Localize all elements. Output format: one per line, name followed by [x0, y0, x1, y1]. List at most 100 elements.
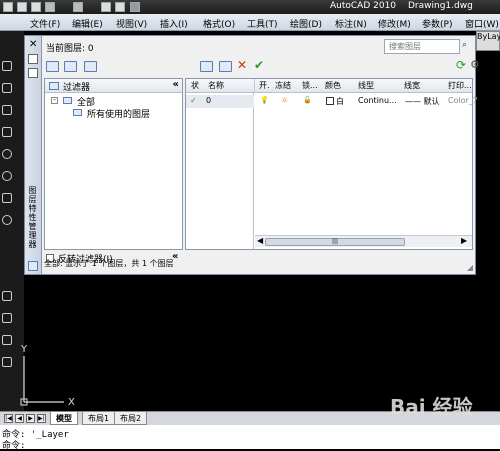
column-lineweight[interactable]: 线宽: [404, 80, 420, 91]
menu-tools[interactable]: 工具(T): [247, 17, 278, 30]
menu-file[interactable]: 文件(F): [30, 17, 60, 30]
scroll-right-icon[interactable]: ▶: [461, 236, 467, 245]
delete-layer-icon[interactable]: ✕: [237, 58, 250, 72]
last-tab-icon[interactable]: ▶|: [37, 414, 46, 423]
properties-icon[interactable]: [28, 68, 38, 78]
menu-modify[interactable]: 修改(M): [378, 17, 411, 30]
refresh-icon[interactable]: ⟳: [456, 58, 469, 72]
undo-icon[interactable]: [45, 2, 55, 12]
set-current-icon[interactable]: ✔: [254, 58, 267, 72]
layer-name[interactable]: 0: [206, 96, 211, 105]
table-row[interactable]: 💡 ☼ 🔓 白 Continu... —— 默认 Color_7: [255, 95, 478, 108]
sun-icon[interactable]: ☼: [281, 96, 288, 105]
rectangle-tool-icon[interactable]: [2, 127, 12, 137]
column-freeze[interactable]: 冻结: [275, 80, 291, 91]
menu-insert[interactable]: 插入(I): [160, 17, 188, 30]
collapse-pane-icon[interactable]: «: [173, 79, 179, 90]
tab-layout1[interactable]: 布局1: [82, 412, 116, 425]
tree-item-all[interactable]: - 全部: [49, 95, 179, 108]
menu-view[interactable]: 视图(V): [116, 17, 147, 30]
palette-title: 图层特性管理器: [28, 186, 37, 249]
polyline-tool-icon[interactable]: [2, 83, 12, 93]
first-tab-icon[interactable]: |◀: [4, 414, 13, 423]
circle-tool-icon[interactable]: [2, 171, 12, 181]
plot-style-value: Color_7: [448, 96, 478, 105]
column-color[interactable]: 颜色: [325, 80, 341, 91]
column-lock[interactable]: 锁...: [302, 80, 318, 91]
layer-properties-palette: ✕ 图层特性管理器 当前图层: 0 ⌕ ✕ ✔ ⟳ ⚙ 过滤器 « - 全: [24, 35, 480, 275]
column-status[interactable]: 状: [191, 80, 199, 91]
resize-grip-icon[interactable]: ◢: [467, 263, 473, 272]
table-tool-icon[interactable]: [2, 335, 12, 345]
ucs-icon: Y X: [20, 344, 75, 408]
ellipse-tool-icon[interactable]: [2, 215, 12, 225]
tree-item-label: 所有使用的图层: [87, 110, 151, 120]
command-prompt[interactable]: 命令:: [2, 438, 25, 451]
color-name[interactable]: 白: [336, 96, 344, 107]
linetype-control-label: ByLayer: [477, 32, 500, 41]
settings-icon[interactable]: ⚙: [470, 58, 483, 71]
tree-expander-icon[interactable]: -: [51, 97, 58, 104]
horizontal-scrollbar[interactable]: ◀ ||| ▶: [255, 235, 472, 247]
next-tab-icon[interactable]: ▶: [26, 414, 35, 423]
ucs-x-label: X: [68, 397, 75, 408]
layer-states-manager-icon[interactable]: [84, 61, 97, 72]
column-name[interactable]: 名称: [208, 80, 224, 91]
current-layer-icon: ✓: [190, 96, 197, 105]
tab-model[interactable]: 模型: [50, 412, 78, 425]
region-tool-icon[interactable]: [2, 313, 12, 323]
menu-dimension[interactable]: 标注(N): [335, 17, 367, 30]
new-group-filter-icon[interactable]: [64, 61, 77, 72]
new-file-icon[interactable]: [3, 2, 13, 12]
column-linetype[interactable]: 线型: [358, 80, 374, 91]
menu-window[interactable]: 窗口(W): [465, 17, 499, 30]
column-on[interactable]: 开.: [259, 80, 270, 91]
light-bulb-icon[interactable]: 💡: [260, 96, 269, 104]
autohide-icon[interactable]: [28, 54, 38, 64]
scroll-left-icon[interactable]: ◀: [257, 236, 263, 245]
new-layer-vp-frozen-icon[interactable]: [219, 61, 232, 72]
document-title: Drawing1.dwg: [408, 1, 473, 11]
new-layer-icon[interactable]: [200, 61, 213, 72]
line-tool-icon[interactable]: [2, 61, 12, 71]
workspace-dropdown-icon[interactable]: [130, 2, 140, 12]
table-row[interactable]: ✓ 0: [186, 95, 254, 108]
tab-layout2[interactable]: 布局2: [114, 412, 148, 425]
lineweight-value[interactable]: —— 默认: [405, 96, 440, 107]
filter-header-label: 过滤器: [63, 83, 91, 93]
save-icon[interactable]: [31, 2, 41, 12]
linetype-value[interactable]: Continu...: [358, 96, 397, 105]
layer-list: 状 名称 开. 冻结 锁... 颜色 线型 线宽 打印... ✓ 0 💡 ☼ 🔓…: [185, 78, 478, 250]
search-layers-input[interactable]: [384, 39, 460, 54]
search-icon[interactable]: ⌕: [462, 40, 467, 50]
menu-draw[interactable]: 绘图(D): [290, 17, 322, 30]
tree-item-used-layers[interactable]: 所有使用的图层: [49, 107, 179, 120]
menu-edit[interactable]: 编辑(E): [72, 17, 103, 30]
layers-icon: [28, 261, 38, 271]
mtext-tool-icon[interactable]: [2, 357, 12, 367]
polygon-tool-icon[interactable]: [2, 105, 12, 115]
unlock-icon[interactable]: 🔓: [303, 96, 312, 104]
filter-all-icon: [63, 97, 72, 104]
linetype-control[interactable]: ByLayer: [476, 31, 500, 51]
color-swatch[interactable]: [326, 97, 334, 105]
menu-parametric[interactable]: 参数(P): [422, 17, 452, 30]
plot-icon[interactable]: [101, 2, 111, 12]
arc-tool-icon[interactable]: [2, 149, 12, 159]
new-property-filter-icon[interactable]: [46, 61, 59, 72]
command-window[interactable]: 命令: '_Layer 命令:: [0, 425, 500, 451]
open-file-icon[interactable]: [17, 2, 27, 12]
filter-tree-pane: 过滤器 « - 全部 所有使用的图层: [44, 78, 183, 250]
menu-bar: 文件(F) 编辑(E) 视图(V) 插入(I) 格式(O) 工具(T) 绘图(D…: [0, 14, 500, 31]
scrollbar-thumb[interactable]: |||: [265, 238, 405, 246]
menu-format[interactable]: 格式(O): [203, 17, 235, 30]
filter-icon: [49, 82, 59, 90]
plot-preview-icon[interactable]: [115, 2, 125, 12]
redo-icon[interactable]: [73, 2, 83, 12]
prev-tab-icon[interactable]: ◀: [15, 414, 24, 423]
hatch-tool-icon[interactable]: [2, 291, 12, 301]
column-plot-style[interactable]: 打印...: [448, 80, 472, 91]
spline-tool-icon[interactable]: [2, 193, 12, 203]
close-icon[interactable]: ✕: [29, 39, 37, 50]
status-text: 全部: 显示了 1 个图层，共 1 个图层: [44, 259, 174, 268]
